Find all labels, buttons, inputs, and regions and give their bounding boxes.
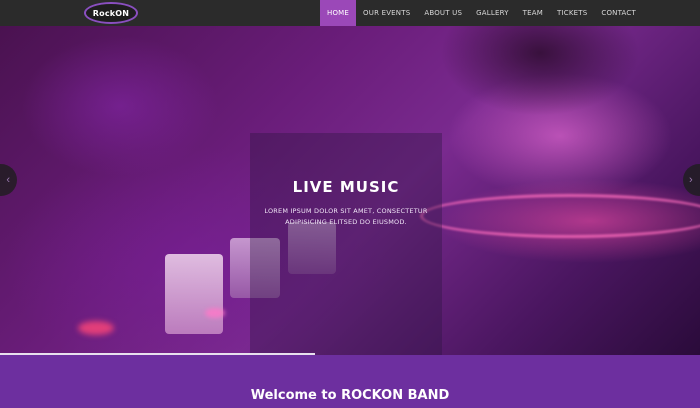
navbar: RockON HOME OUR EVENTS ABOUT US GALLERY …: [0, 0, 700, 26]
hero-background-light: [205, 308, 225, 318]
chevron-left-icon: ‹: [6, 174, 10, 186]
slider-progress-bar: [0, 353, 315, 355]
welcome-title: Welcome to ROCKON BAND: [250, 388, 450, 403]
hero-background-light: [78, 321, 114, 335]
hero-title: LIVE MUSIC: [292, 178, 400, 196]
hero-text: LOREM IPSUM DOLOR SIT AMET, CONSECTETUR …: [264, 207, 428, 226]
hero-background-turntable: [420, 194, 700, 238]
nav-item-our-events[interactable]: OUR EVENTS: [356, 0, 417, 26]
nav-menu: HOME OUR EVENTS ABOUT US GALLERY TEAM TI…: [320, 0, 643, 26]
hero-background-fader: [165, 254, 223, 334]
nav-item-about-us[interactable]: ABOUT US: [417, 0, 469, 26]
nav-item-gallery[interactable]: GALLERY: [469, 0, 516, 26]
nav-item-team[interactable]: TEAM: [516, 0, 550, 26]
nav-item-tickets[interactable]: TICKETS: [550, 0, 594, 26]
hero-background-hand: [440, 26, 640, 116]
nav-item-contact[interactable]: CONTACT: [594, 0, 643, 26]
nav-item-home[interactable]: HOME: [320, 0, 357, 26]
brand-logo[interactable]: RockON: [84, 2, 138, 24]
chevron-right-icon: ›: [689, 174, 693, 186]
hero-caption-panel: [250, 133, 442, 355]
